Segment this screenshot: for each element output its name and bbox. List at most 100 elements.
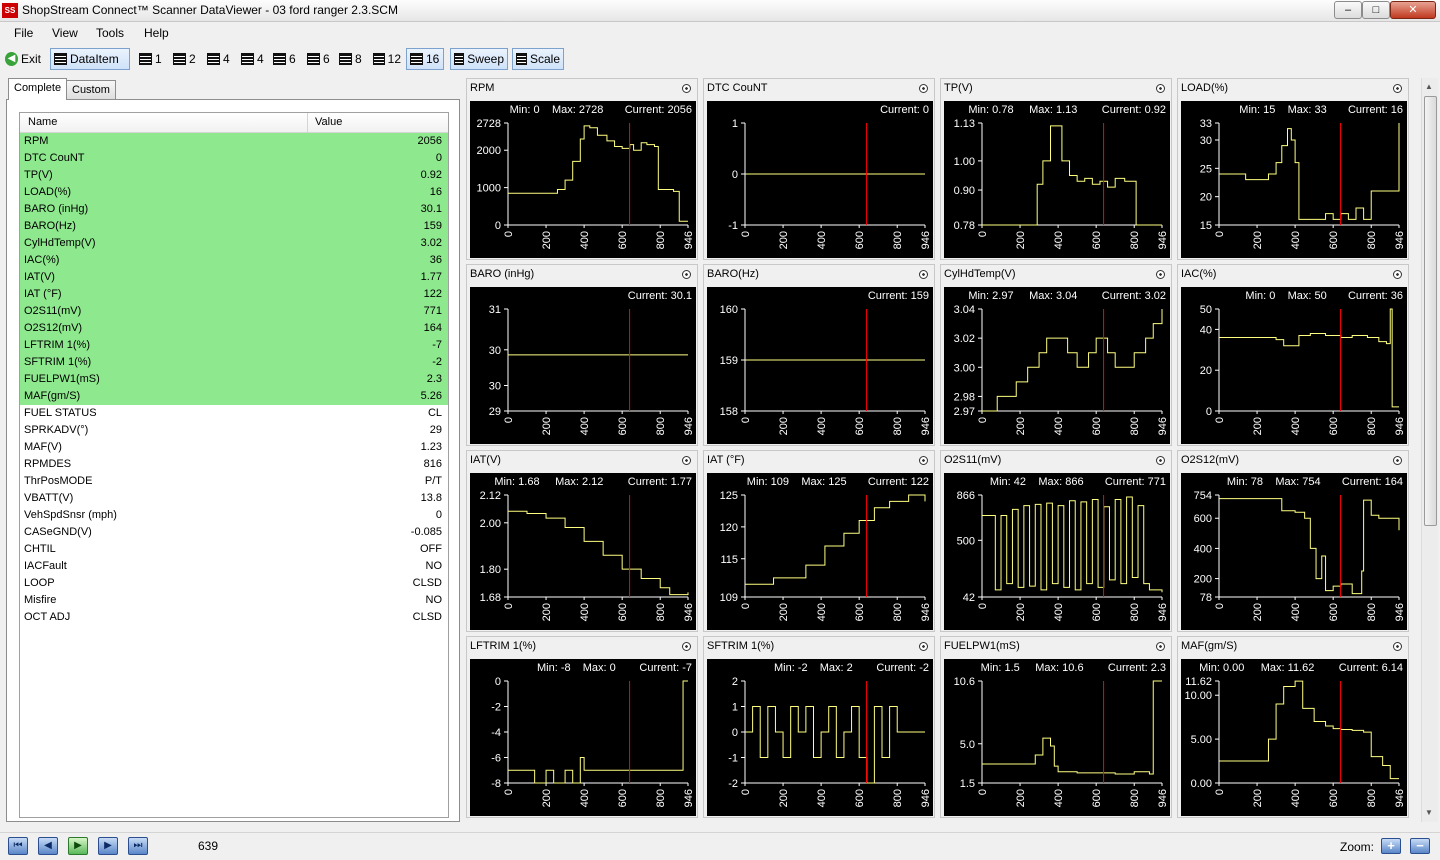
table-row[interactable]: FUELPW1(mS) 2.3 bbox=[20, 371, 448, 388]
chart-panel[interactable]: FUELPW1(mS) Current: 2.3 Max: 10.6 Min: 1.5… bbox=[940, 636, 1172, 818]
toolbar-exit-button[interactable]: ◀ Exit bbox=[2, 48, 44, 70]
table-row[interactable]: DTC CouNT 0 bbox=[20, 150, 448, 167]
visibility-icon[interactable] bbox=[1393, 84, 1402, 93]
toolbar-layout-4a-button[interactable]: 4 bbox=[204, 48, 234, 70]
chart-panel[interactable]: BARO(Hz) Current: 159 160 159 158 0 200 400 600 8… bbox=[703, 264, 935, 446]
table-row[interactable]: CHTIL OFF bbox=[20, 541, 448, 558]
table-row[interactable]: IAT (°F) 122 bbox=[20, 286, 448, 303]
chart-panel[interactable]: IAC(%) Current: 36 Max: 50 Min: 0 50 40 20 0 0 20… bbox=[1177, 264, 1409, 446]
play-button[interactable]: ▶ bbox=[68, 837, 88, 855]
toolbar-layout-8-button[interactable]: 8 bbox=[336, 48, 366, 70]
visibility-icon[interactable] bbox=[1156, 270, 1165, 279]
x-tick-label: 400 bbox=[579, 603, 591, 621]
table-row[interactable]: IAC(%) 36 bbox=[20, 252, 448, 269]
close-button[interactable]: ✕ bbox=[1390, 1, 1436, 19]
visibility-icon[interactable] bbox=[919, 84, 928, 93]
previous-frame-button[interactable]: ◀ bbox=[38, 837, 58, 855]
chart-panel[interactable]: BARO (inHg) Current: 30.1 31 30 30 29 0 200 400 6… bbox=[466, 264, 698, 446]
toolbar-layout-1-button[interactable]: 1 bbox=[136, 48, 166, 70]
table-row[interactable]: Misfire NO bbox=[20, 592, 448, 609]
table-row[interactable]: IAT(V) 1.77 bbox=[20, 269, 448, 286]
visibility-icon[interactable] bbox=[682, 456, 691, 465]
chart-panel[interactable]: SFTRIM 1(%) Current: -2 Max: 2 Min: -2 2 1 0 -1… bbox=[703, 636, 935, 818]
x-tick-label: 800 bbox=[655, 231, 667, 249]
table-row[interactable]: O2S12(mV) 164 bbox=[20, 320, 448, 337]
tab-complete[interactable]: Complete bbox=[8, 78, 68, 100]
table-row[interactable]: LFTRIM 1(%) -7 bbox=[20, 337, 448, 354]
chart-panel[interactable]: TP(V) Current: 0.92 Max: 1.13 Min: 0.78 1.13… bbox=[940, 78, 1172, 260]
menu-tools[interactable]: Tools bbox=[96, 26, 124, 40]
table-row[interactable]: O2S11(mV) 771 bbox=[20, 303, 448, 320]
visibility-icon[interactable] bbox=[919, 270, 928, 279]
table-row[interactable]: LOOP CLSD bbox=[20, 575, 448, 592]
visibility-icon[interactable] bbox=[682, 270, 691, 279]
next-frame-button[interactable]: ▶ bbox=[98, 837, 118, 855]
scroll-up-icon[interactable]: ▲ bbox=[1425, 82, 1433, 91]
chart-panel[interactable]: IAT(V) Current: 1.77 Max: 2.12 Min: 1.68 2.1… bbox=[466, 450, 698, 632]
toolbar-sweep-button[interactable]: Sweep bbox=[450, 48, 508, 70]
toolbar-layout-6a-button[interactable]: 6 bbox=[270, 48, 300, 70]
visibility-icon[interactable] bbox=[919, 456, 928, 465]
visibility-icon[interactable] bbox=[919, 642, 928, 651]
tab-custom[interactable]: Custom bbox=[66, 80, 116, 100]
chart-panel[interactable]: O2S12(mV) Current: 164 Max: 754 Min: 78 754 6… bbox=[1177, 450, 1409, 632]
toolbar-dataitem-button[interactable]: DataItem bbox=[50, 48, 130, 70]
table-row[interactable]: IACFault NO bbox=[20, 558, 448, 575]
toolbar-scale-button[interactable]: Scale bbox=[512, 48, 564, 70]
table-row[interactable]: TP(V) 0.92 bbox=[20, 167, 448, 184]
menu-file[interactable]: File bbox=[14, 26, 33, 40]
row-value: 0 bbox=[435, 509, 442, 521]
first-frame-button[interactable]: ⏮ bbox=[8, 837, 28, 855]
visibility-icon[interactable] bbox=[1156, 642, 1165, 651]
table-row[interactable]: VehSpdSnsr (mph) 0 bbox=[20, 507, 448, 524]
table-row[interactable]: LOAD(%) 16 bbox=[20, 184, 448, 201]
visibility-icon[interactable] bbox=[682, 642, 691, 651]
table-row[interactable]: MAF(V) 1.23 bbox=[20, 439, 448, 456]
table-row[interactable]: CASeGND(V) -0.085 bbox=[20, 524, 448, 541]
chart-panel[interactable]: RPM Current: 2056 Max: 2728 Min: 0 2728 2000 1… bbox=[466, 78, 698, 260]
visibility-icon[interactable] bbox=[1393, 642, 1402, 651]
table-row[interactable]: CylHdTemp(V) 3.02 bbox=[20, 235, 448, 252]
table-row[interactable]: ThrPosMODE P/T bbox=[20, 473, 448, 490]
visibility-icon[interactable] bbox=[1393, 270, 1402, 279]
column-header-name[interactable]: Name bbox=[28, 116, 57, 128]
table-row[interactable]: SPRKADV(°) 29 bbox=[20, 422, 448, 439]
maximize-button[interactable]: □ bbox=[1362, 1, 1390, 19]
series-line bbox=[982, 309, 1163, 412]
table-row[interactable]: OCT ADJ CLSD bbox=[20, 609, 448, 626]
chart-panel[interactable]: O2S11(mV) Current: 771 Max: 866 Min: 42 866 5… bbox=[940, 450, 1172, 632]
table-row[interactable]: MAF(gm/S) 5.26 bbox=[20, 388, 448, 405]
scroll-down-icon[interactable]: ▼ bbox=[1425, 808, 1433, 817]
scroll-thumb[interactable] bbox=[1424, 96, 1437, 526]
menu-view[interactable]: View bbox=[52, 26, 78, 40]
table-row[interactable]: RPMDES 816 bbox=[20, 456, 448, 473]
minimize-button[interactable]: – bbox=[1334, 1, 1362, 19]
menu-help[interactable]: Help bbox=[144, 26, 169, 40]
chart-panel[interactable]: CylHdTemp(V) Current: 3.02 Max: 3.04 Min: 2… bbox=[940, 264, 1172, 446]
table-row[interactable]: SFTRIM 1(%) -2 bbox=[20, 354, 448, 371]
chart-scrollbar[interactable]: ▲ ▼ bbox=[1421, 78, 1438, 822]
table-row[interactable]: BARO (inHg) 30.1 bbox=[20, 201, 448, 218]
chart-panel[interactable]: MAF(gm/S) Current: 6.14 Max: 11.62 Min: 0.0… bbox=[1177, 636, 1409, 818]
column-header-value[interactable]: Value bbox=[315, 116, 342, 128]
chart-panel[interactable]: LFTRIM 1(%) Current: -7 Max: 0 Min: -8 0 -2 -4… bbox=[466, 636, 698, 818]
visibility-icon[interactable] bbox=[1156, 456, 1165, 465]
toolbar-layout-12-button[interactable]: 12 bbox=[370, 48, 404, 70]
last-frame-button[interactable]: ⏭ bbox=[128, 837, 148, 855]
zoom-in-button[interactable]: + bbox=[1381, 838, 1401, 854]
chart-panel[interactable]: IAT (°F) Current: 122 Max: 125 Min: 109 125 1… bbox=[703, 450, 935, 632]
visibility-icon[interactable] bbox=[1393, 456, 1402, 465]
chart-panel[interactable]: LOAD(%) Current: 16 Max: 33 Min: 15 33 30 25 20… bbox=[1177, 78, 1409, 260]
chart-panel[interactable]: DTC CouNT Current: 0 1 0 -1 0 200 400 600 800 946 bbox=[703, 78, 935, 260]
visibility-icon[interactable] bbox=[682, 84, 691, 93]
toolbar-layout-6b-button[interactable]: 6 bbox=[304, 48, 334, 70]
toolbar-layout-4b-button[interactable]: 4 bbox=[238, 48, 268, 70]
visibility-icon[interactable] bbox=[1156, 84, 1165, 93]
table-row[interactable]: VBATT(V) 13.8 bbox=[20, 490, 448, 507]
table-row[interactable]: FUEL STATUS CL bbox=[20, 405, 448, 422]
toolbar-layout-16-button[interactable]: 16 bbox=[406, 48, 444, 70]
table-row[interactable]: RPM 2056 bbox=[20, 133, 448, 150]
table-row[interactable]: BARO(Hz) 159 bbox=[20, 218, 448, 235]
toolbar-layout-2-button[interactable]: 2 bbox=[170, 48, 200, 70]
zoom-out-button[interactable]: − bbox=[1410, 838, 1430, 854]
